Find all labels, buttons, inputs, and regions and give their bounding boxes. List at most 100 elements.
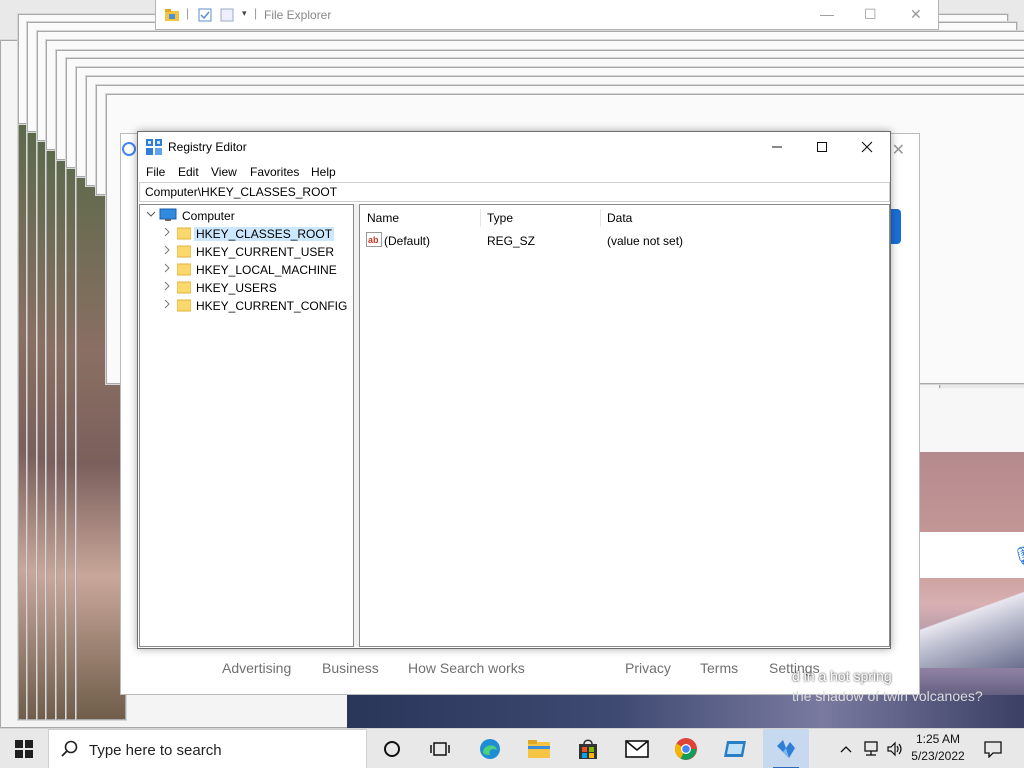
folder-icon (528, 740, 550, 758)
footer-link-how-search-works[interactable]: How Search works (408, 660, 525, 676)
chevron-right-icon[interactable] (162, 245, 172, 257)
column-divider[interactable] (600, 209, 601, 227)
toolbar-divider: | (186, 6, 190, 20)
menu-file[interactable]: File (146, 165, 165, 179)
maximize-icon[interactable]: ☐ (864, 6, 877, 23)
column-divider[interactable] (480, 209, 481, 227)
menu-view[interactable]: View (211, 165, 237, 179)
value-list[interactable]: Name Type Data ab (Default) REG_SZ (valu… (359, 204, 890, 647)
chevron-right-icon[interactable] (162, 263, 172, 275)
minimize-icon (772, 146, 782, 148)
registry-editor-taskbar-button[interactable] (763, 729, 809, 768)
google-icon (122, 142, 136, 156)
tree-node-hkey-classes-root[interactable]: HKEY_CLASSES_ROOT (140, 225, 353, 243)
tree-label: HKEY_CURRENT_USER (196, 245, 335, 259)
footer-link-advertising[interactable]: Advertising (222, 660, 291, 676)
taskbar-search-box[interactable]: Type here to search (48, 729, 367, 768)
tree-label: HKEY_USERS (196, 281, 277, 295)
tree-node-hkey-users[interactable]: HKEY_USERS (140, 279, 353, 297)
cortana-button[interactable] (372, 729, 412, 768)
properties-icon[interactable] (198, 8, 212, 22)
quick-access-dropdown-icon[interactable]: ▾ (242, 8, 247, 19)
tree-node-hkey-current-config[interactable]: HKEY_CURRENT_CONFIG (140, 297, 353, 315)
action-center-button[interactable] (978, 729, 1008, 768)
folder-icon (177, 263, 191, 276)
footer-link-privacy[interactable]: Privacy (625, 660, 671, 676)
address-input[interactable] (140, 183, 889, 201)
network-button[interactable] (860, 729, 882, 768)
remote-desktop-icon (724, 741, 746, 757)
footer-link-business[interactable]: Business (322, 660, 379, 676)
minimize-icon[interactable]: — (820, 6, 834, 22)
folder-icon (177, 245, 191, 258)
registry-editor-window[interactable]: Registry Editor File Edit View Favorites… (137, 131, 891, 649)
new-folder-icon[interactable] (220, 8, 234, 22)
toolbar-divider: | (254, 6, 258, 20)
tree-label: HKEY_LOCAL_MACHINE (196, 263, 337, 277)
close-button[interactable] (844, 132, 890, 162)
chevron-right-icon[interactable] (162, 299, 172, 311)
show-hidden-icons-button[interactable] (836, 729, 856, 768)
maximize-button[interactable] (799, 132, 845, 162)
close-icon[interactable]: ✕ (892, 140, 905, 160)
chevron-down-icon[interactable] (146, 209, 156, 221)
promo-caption[interactable]: d in a hot spring (792, 668, 892, 684)
search-homepage-background: 🎙 (920, 388, 1024, 728)
menu-bar: File Edit View Favorites Help (138, 162, 890, 182)
edge-taskbar-button[interactable] (470, 729, 510, 768)
menu-edit[interactable]: Edit (178, 165, 199, 179)
promo-caption-line2[interactable]: the shadow of twin volcanoes? (792, 688, 983, 704)
computer-icon (159, 208, 177, 221)
mail-taskbar-button[interactable] (617, 729, 657, 768)
chrome-taskbar-button[interactable] (666, 729, 706, 768)
svg-text:ab: ab (368, 235, 379, 245)
window-title: Registry Editor (168, 140, 247, 154)
mountain-photo (920, 578, 1024, 668)
key-tree[interactable]: Computer HKEY_CLASSES_ROOT HKEY_CURRENT_… (139, 204, 354, 647)
value-name: (Default) (384, 234, 431, 248)
window-title: File Explorer (264, 8, 332, 22)
search-bar-strip[interactable] (920, 532, 1024, 578)
remote-desktop-taskbar-button[interactable] (715, 729, 755, 768)
value-row[interactable]: ab (Default) REG_SZ (value not set) (360, 231, 889, 249)
chevron-right-icon[interactable] (162, 227, 172, 239)
network-icon (864, 741, 878, 756)
menu-favorites[interactable]: Favorites (250, 165, 299, 179)
microphone-icon[interactable]: 🎙 (1012, 546, 1024, 567)
chevron-right-icon[interactable] (162, 281, 172, 293)
tree-node-computer[interactable]: Computer (140, 207, 353, 225)
start-button[interactable] (0, 729, 48, 768)
column-header-data[interactable]: Data (607, 211, 632, 225)
cortana-icon (384, 741, 400, 757)
volume-button[interactable] (884, 729, 906, 768)
file-explorer-window[interactable]: | ▾ | File Explorer — ☐ ✕ (155, 0, 939, 30)
registry-editor-icon (146, 139, 162, 155)
file-explorer-icon (165, 9, 179, 21)
tree-label: HKEY_CURRENT_CONFIG (196, 299, 348, 313)
notification-icon (984, 741, 1002, 758)
column-header-name[interactable]: Name (367, 211, 399, 225)
folder-icon (177, 227, 191, 240)
system-clock[interactable]: 1:25 AM 5/23/2022 (908, 731, 968, 765)
title-bar[interactable]: Registry Editor (138, 132, 890, 162)
address-bar[interactable] (139, 182, 890, 202)
store-taskbar-button[interactable] (568, 729, 608, 768)
clock-time: 1:25 AM (915, 732, 961, 746)
column-header-type[interactable]: Type (487, 211, 513, 225)
tree-label: HKEY_CLASSES_ROOT (194, 227, 335, 241)
folder-icon (177, 281, 191, 294)
minimize-button[interactable] (754, 132, 800, 162)
taskbar: Type here to search 1:25 AM 5/23/2022 (0, 728, 1024, 768)
chrome-icon (675, 738, 697, 760)
tree-node-hkey-current-user[interactable]: HKEY_CURRENT_USER (140, 243, 353, 261)
close-icon[interactable]: ✕ (910, 6, 922, 23)
close-icon (861, 141, 873, 153)
footer-link-terms[interactable]: Terms (700, 660, 738, 676)
search-icon (61, 740, 78, 757)
task-view-button[interactable] (420, 729, 460, 768)
mail-icon (625, 740, 649, 758)
tree-node-hkey-local-machine[interactable]: HKEY_LOCAL_MACHINE (140, 261, 353, 279)
maximize-icon (817, 142, 827, 152)
menu-help[interactable]: Help (311, 165, 336, 179)
file-explorer-taskbar-button[interactable] (519, 729, 559, 768)
